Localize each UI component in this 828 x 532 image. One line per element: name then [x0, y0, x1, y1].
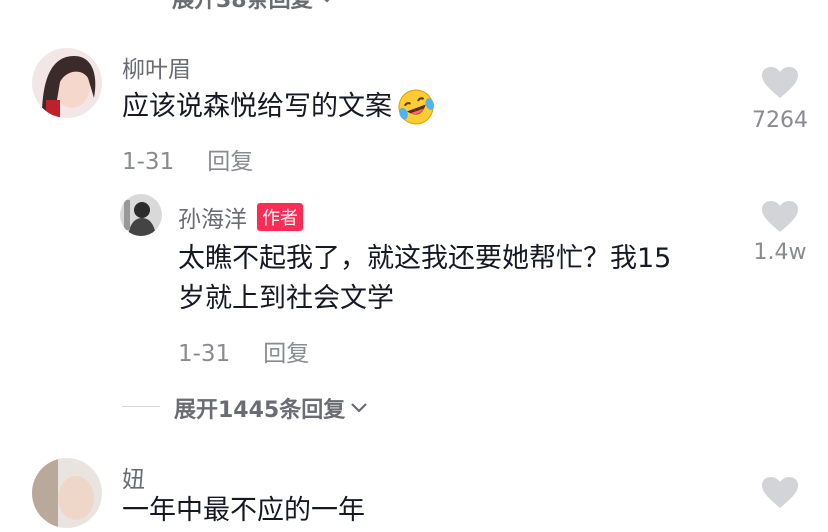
- comment-text-partial: 一年中最不应的一年: [122, 490, 365, 532]
- avatar[interactable]: [120, 194, 162, 236]
- crying-laughing-emoji-icon: [398, 89, 435, 125]
- comment-text-content: 一年中最不应的一年: [122, 495, 365, 526]
- reply-text-line1: 太瞧不起我了，就这我还要她帮忙？我15: [178, 243, 672, 274]
- avatar[interactable]: [32, 458, 102, 528]
- reply-username-text: 孙海洋: [178, 207, 247, 233]
- expand-replies-button[interactable]: 展开1445条回复: [174, 392, 369, 424]
- comment-meta: 1-31 回复: [122, 142, 253, 176]
- heart-icon: [762, 67, 798, 98]
- heart-icon: [762, 201, 798, 232]
- heart-icon: [762, 477, 798, 508]
- reply-button[interactable]: 回复: [207, 149, 253, 175]
- avatar[interactable]: [32, 48, 102, 118]
- like-button[interactable]: [760, 476, 800, 510]
- chevron-down-icon: [351, 403, 368, 413]
- reply-date: 1-31: [178, 341, 231, 367]
- comment-username[interactable]: 柳叶眉: [122, 50, 191, 84]
- expand-divider: [122, 406, 160, 407]
- like-button[interactable]: [760, 200, 800, 234]
- author-badge: 作者: [257, 203, 303, 231]
- chevron-down-icon: [324, 0, 330, 3]
- comment-username[interactable]: 妞: [122, 460, 145, 494]
- like-button[interactable]: [760, 66, 800, 100]
- reply-text-line2: 岁就上到社会文学: [178, 283, 394, 314]
- like-count: 7264: [752, 108, 808, 133]
- expand-replies-label: 展开1445条回复: [174, 398, 346, 423]
- reply-meta: 1-31 回复: [178, 334, 309, 368]
- comment-text: 应该说森悦给写的文案: [122, 86, 436, 128]
- expand-replies-label: 展开38条回复: [172, 0, 313, 13]
- expand-replies-top[interactable]: 展开38条回复: [172, 0, 337, 14]
- like-count: 1.4w: [753, 240, 807, 265]
- comment-text-content: 应该说森悦给写的文案: [122, 91, 392, 122]
- comment-date: 1-31: [122, 149, 175, 175]
- reply-username[interactable]: 孙海洋 作者: [178, 200, 303, 234]
- reply-button[interactable]: 回复: [263, 341, 309, 367]
